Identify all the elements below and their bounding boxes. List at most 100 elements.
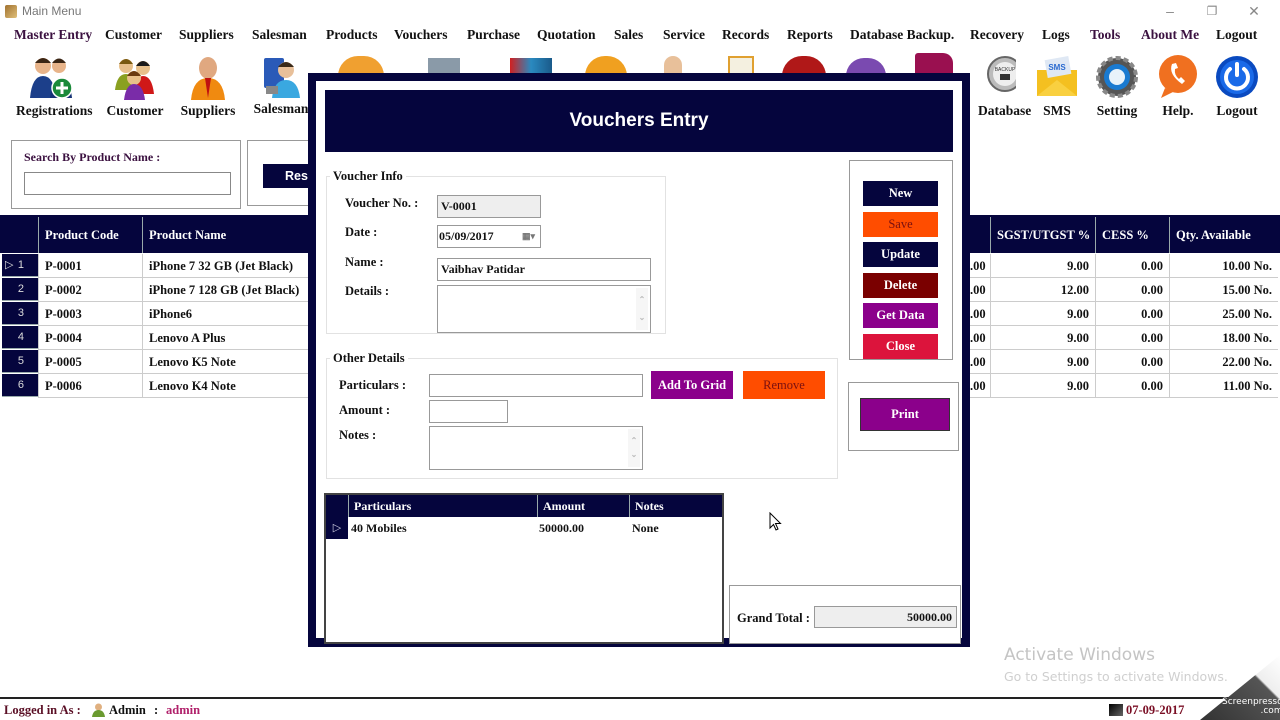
menu-vouchers[interactable]: Vouchers: [394, 27, 448, 43]
toolbar-logout[interactable]: Logout: [1202, 54, 1272, 120]
menu-database-backup[interactable]: Database Backup.: [850, 27, 954, 43]
menu-about-me[interactable]: About Me: [1141, 27, 1199, 43]
update-button[interactable]: Update: [863, 242, 938, 267]
remove-button[interactable]: Remove: [743, 371, 825, 399]
cell-partial[interactable]: .00: [968, 254, 990, 278]
print-button[interactable]: Print: [860, 398, 950, 431]
column-header[interactable]: Product Code: [38, 217, 142, 253]
minimize-button[interactable]: –: [1148, 0, 1192, 24]
menu-reports[interactable]: Reports: [787, 27, 833, 43]
cell-partial[interactable]: .00: [968, 326, 990, 350]
column-header[interactable]: Particulars: [348, 495, 537, 517]
cell-product-code[interactable]: P-0005: [38, 350, 142, 374]
new-button[interactable]: New: [863, 181, 938, 206]
cell-qty-available[interactable]: 11.00 No.: [1169, 374, 1278, 398]
menu-suppliers[interactable]: Suppliers: [179, 27, 234, 43]
cell-product-code[interactable]: P-0002: [38, 278, 142, 302]
cell-product-name[interactable]: iPhone 7 128 GB (Jet Black): [142, 278, 312, 302]
search-input[interactable]: [24, 172, 231, 195]
get-data-button[interactable]: Get Data: [863, 303, 938, 328]
row-selector-icon[interactable]: ▷: [326, 517, 348, 539]
restore-button[interactable]: ❐: [1190, 0, 1234, 24]
menu-sales[interactable]: Sales: [614, 27, 643, 43]
menu-products[interactable]: Products: [326, 27, 378, 43]
voucher-no-field[interactable]: V-0001: [437, 195, 541, 218]
cell-qty-available[interactable]: 15.00 No.: [1169, 278, 1278, 302]
column-header[interactable]: CESS %: [1095, 217, 1169, 253]
menu-salesman[interactable]: Salesman: [252, 27, 307, 43]
toolbar-customer[interactable]: Customer: [100, 54, 170, 120]
cell-product-code[interactable]: P-0004: [38, 326, 142, 350]
menu-customer[interactable]: Customer: [105, 27, 162, 43]
cell-qty-available[interactable]: 25.00 No.: [1169, 302, 1278, 326]
cell-notes[interactable]: None: [629, 517, 659, 539]
cell-sgst[interactable]: 9.00: [990, 374, 1095, 398]
cell-cess[interactable]: 0.00: [1095, 278, 1169, 302]
toolbar-registrations[interactable]: Registrations: [16, 54, 93, 120]
cell-particulars[interactable]: 40 Mobiles: [348, 517, 407, 539]
cell-partial[interactable]: .00: [968, 374, 990, 398]
menu-logs[interactable]: Logs: [1042, 27, 1070, 43]
cell-cess[interactable]: 0.00: [1095, 374, 1169, 398]
cell-sgst[interactable]: 9.00: [990, 350, 1095, 374]
column-header[interactable]: SGST/UTGST %: [990, 217, 1095, 253]
sales-icon[interactable]: [664, 56, 682, 74]
delete-button[interactable]: Delete: [863, 273, 938, 298]
cell-partial[interactable]: .00: [968, 302, 990, 326]
cell-sgst[interactable]: 9.00: [990, 254, 1095, 278]
calendar-dropdown-icon[interactable]: ▦▾: [522, 226, 535, 246]
cell-product-code[interactable]: P-0001: [38, 254, 142, 278]
details-textarea[interactable]: ⌃ ⌄: [437, 285, 651, 333]
row-number[interactable]: 3: [2, 302, 38, 325]
cell-qty-available[interactable]: 18.00 No.: [1169, 326, 1278, 350]
cell-product-name[interactable]: Lenovo K4 Note: [142, 374, 312, 398]
column-header[interactable]: Product Name: [142, 217, 312, 253]
cell-cess[interactable]: 0.00: [1095, 302, 1169, 326]
menu-master-entry[interactable]: Master Entry: [14, 27, 92, 43]
column-header[interactable]: Notes: [629, 495, 722, 517]
menu-service[interactable]: Service: [663, 27, 705, 43]
cell-partial[interactable]: .00: [968, 278, 990, 302]
menu-quotation[interactable]: Quotation: [537, 27, 596, 43]
cell-sgst[interactable]: 9.00: [990, 326, 1095, 350]
cell-qty-available[interactable]: 22.00 No.: [1169, 350, 1278, 374]
toolbar-setting[interactable]: Setting: [1082, 54, 1152, 120]
close-button[interactable]: Close: [863, 334, 938, 359]
toolbar-salesman[interactable]: Salesman: [246, 54, 316, 120]
column-header[interactable]: Qty. Available: [1169, 217, 1278, 253]
row-number[interactable]: 2: [2, 278, 38, 301]
notes-scrollbar[interactable]: ⌃ ⌄: [628, 429, 640, 467]
cell-cess[interactable]: 0.00: [1095, 350, 1169, 374]
close-window-button[interactable]: ✕: [1232, 0, 1276, 24]
cell-product-code[interactable]: P-0003: [38, 302, 142, 326]
menu-purchase[interactable]: Purchase: [467, 27, 520, 43]
column-header[interactable]: Amount: [537, 495, 629, 517]
cell-product-code[interactable]: P-0006: [38, 374, 142, 398]
menu-recovery[interactable]: Recovery: [970, 27, 1024, 43]
cell-partial[interactable]: .00: [968, 350, 990, 374]
cell-sgst[interactable]: 12.00: [990, 278, 1095, 302]
menu-records[interactable]: Records: [722, 27, 769, 43]
save-button[interactable]: Save: [863, 212, 938, 237]
particulars-field[interactable]: [429, 374, 643, 397]
cell-product-name[interactable]: Lenovo A Plus: [142, 326, 312, 350]
menu-tools[interactable]: Tools: [1090, 27, 1120, 43]
cell-sgst[interactable]: 9.00: [990, 302, 1095, 326]
name-field[interactable]: Vaibhav Patidar: [437, 258, 651, 281]
cell-cess[interactable]: 0.00: [1095, 326, 1169, 350]
cell-amount[interactable]: 50000.00: [536, 517, 584, 539]
cell-cess[interactable]: 0.00: [1095, 254, 1169, 278]
purchase-icon[interactable]: [510, 58, 552, 74]
cell-product-name[interactable]: iPhone6: [142, 302, 312, 326]
date-picker[interactable]: 05/09/2017 ▦▾: [437, 225, 541, 248]
row-number[interactable]: 4: [2, 326, 38, 349]
row-number[interactable]: 5: [2, 350, 38, 373]
row-number[interactable]: ▷ 1: [2, 254, 38, 277]
amount-field[interactable]: [429, 400, 508, 423]
add-to-grid-button[interactable]: Add To Grid: [651, 371, 733, 399]
cell-qty-available[interactable]: 10.00 No.: [1169, 254, 1278, 278]
database-backup-menu-icon[interactable]: [915, 53, 953, 75]
details-scrollbar[interactable]: ⌃ ⌄: [636, 288, 648, 330]
notes-textarea[interactable]: ⌃ ⌄: [429, 426, 643, 470]
cell-product-name[interactable]: iPhone 7 32 GB (Jet Black): [142, 254, 312, 278]
